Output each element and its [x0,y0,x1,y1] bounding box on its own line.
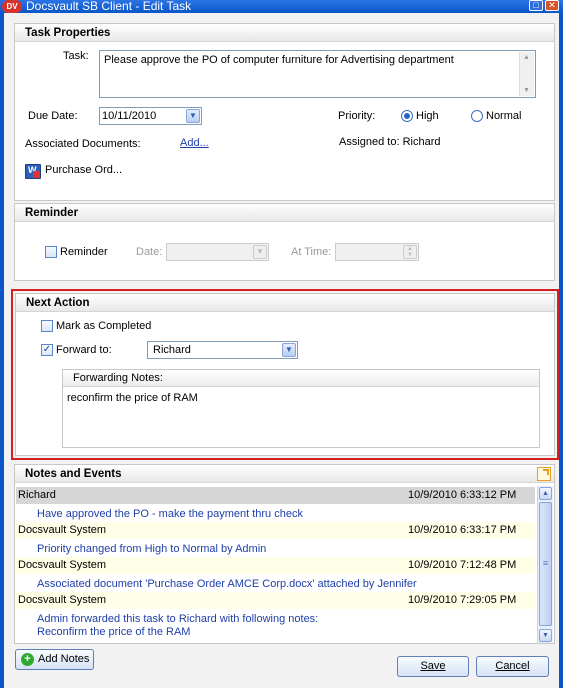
note-message: Admin forwarded this task to Richard wit… [37,613,319,625]
note-author: Docsvault System [18,559,107,571]
reminder-date-label: Date: [136,246,163,258]
notes-events-panel: Notes and Events Richard 10/9/2010 6:33:… [14,464,555,644]
cancel-button-label: Cancel [495,660,530,672]
notes-events-header: Notes and Events [15,465,554,483]
reminder-time-spinner[interactable]: ▲ ▼ [335,243,419,261]
forward-to-checkbox[interactable]: ✓ [41,344,53,356]
due-date-picker[interactable]: 10/11/2010 ▼ [99,107,202,125]
next-action-panel: Next Action Mark as Completed ✓ Forward … [15,293,555,456]
reminder-panel: Reminder Reminder Date: ▼ At Time: ▲ ▼ [14,203,555,281]
window-title: Docsvault SB Client - Edit Task [26,0,192,13]
associated-document-item[interactable]: Purchase Ord... [45,164,122,176]
note-author: Docsvault System [18,594,107,606]
note-message: Have approved the PO - make the payment … [37,508,303,520]
reminder-header: Reminder [15,204,554,222]
forwarding-notes-header: Forwarding Notes: [63,370,539,387]
task-label: Task: [63,50,89,62]
scroll-up-icon[interactable]: ▲ [523,54,530,61]
reminder-checkbox-label: Reminder [60,246,108,258]
reminder-date-picker[interactable]: ▼ [166,243,269,261]
cancel-button[interactable]: Cancel [476,656,549,677]
scroll-thumb[interactable]: ≡ [539,502,552,626]
mark-completed-label: Mark as Completed [56,320,152,332]
task-textarea[interactable]: Please approve the PO of computer furnit… [99,50,536,98]
maximize-button[interactable]: □ [529,0,543,11]
associated-documents-label: Associated Documents: [25,138,141,150]
scroll-down-icon[interactable]: ▼ [523,87,530,94]
forward-to-select[interactable]: Richard ▼ [147,341,298,359]
chevron-down-icon[interactable]: ▼ [253,245,267,259]
add-notes-label: Add Notes [38,653,90,665]
note-header-row[interactable]: Docsvault System 10/9/2010 7:29:05 PM [16,592,535,609]
title-bar: DV Docsvault SB Client - Edit Task □ ✕ [0,0,563,13]
forwarding-notes-textarea[interactable]: reconfirm the price of RAM [67,392,198,404]
reminder-time-label: At Time: [291,246,332,258]
window-client-area: Task Properties Task: Please approve the… [4,13,559,688]
priority-label: Priority: [338,110,376,122]
task-properties-header: Task Properties [15,24,554,42]
priority-normal-label: Normal [486,110,522,122]
task-text: Please approve the PO of computer furnit… [104,54,454,66]
notes-scrollbar[interactable]: ▲ ≡ ▼ [537,486,553,643]
note-header-row[interactable]: Docsvault System 10/9/2010 6:33:17 PM [16,522,535,539]
chevron-down-icon[interactable]: ▼ [282,343,296,357]
save-button-label: Save [420,660,446,672]
note-message: Associated document 'Purchase Order AMCE… [37,578,417,590]
task-properties-panel: Task Properties Task: Please approve the… [14,23,555,201]
save-button[interactable]: Save [397,656,469,677]
mark-completed-checkbox[interactable] [41,320,53,332]
spinner-arrows-icon[interactable]: ▲ ▼ [403,245,417,259]
close-button[interactable]: ✕ [545,0,559,11]
due-date-value: 10/11/2010 [102,110,157,122]
scroll-down-icon[interactable]: ▼ [539,629,552,642]
priority-normal-radio[interactable] [471,110,483,122]
reminder-checkbox[interactable] [45,246,57,258]
docsvault-app-icon: DV [2,0,22,13]
next-action-header: Next Action [16,294,554,312]
note-message: Priority changed from High to Normal by … [37,543,267,555]
note-timestamp: 10/9/2010 6:33:12 PM [408,489,517,501]
chevron-down-icon[interactable]: ▼ [186,109,200,123]
assigned-to-label: Assigned to: Richard [339,136,441,148]
expand-icon[interactable] [537,467,551,481]
priority-high-label: High [416,110,439,122]
word-document-icon: W [25,164,41,179]
add-notes-button[interactable]: + Add Notes [15,649,94,670]
note-author: Docsvault System [18,524,107,536]
add-icon: + [21,653,34,666]
forwarding-notes-box: Forwarding Notes: reconfirm the price of… [62,369,540,448]
task-scrollbar[interactable]: ▲ ▼ [519,52,534,96]
note-timestamp: 10/9/2010 7:12:48 PM [408,559,517,571]
forward-to-label: Forward to: [56,344,112,356]
note-header-row[interactable]: Richard 10/9/2010 6:33:12 PM [16,487,535,504]
note-author: Richard [18,489,56,501]
note-message-continued: Reconfirm the price of the RAM [37,626,191,638]
due-date-label: Due Date: [28,110,78,122]
note-timestamp: 10/9/2010 7:29:05 PM [408,594,517,606]
add-document-link[interactable]: Add... [180,137,209,149]
note-timestamp: 10/9/2010 6:33:17 PM [408,524,517,536]
forward-to-value: Richard [153,344,191,356]
scroll-up-icon[interactable]: ▲ [539,487,552,500]
note-header-row[interactable]: Docsvault System 10/9/2010 7:12:48 PM [16,557,535,574]
priority-high-radio[interactable] [401,110,413,122]
